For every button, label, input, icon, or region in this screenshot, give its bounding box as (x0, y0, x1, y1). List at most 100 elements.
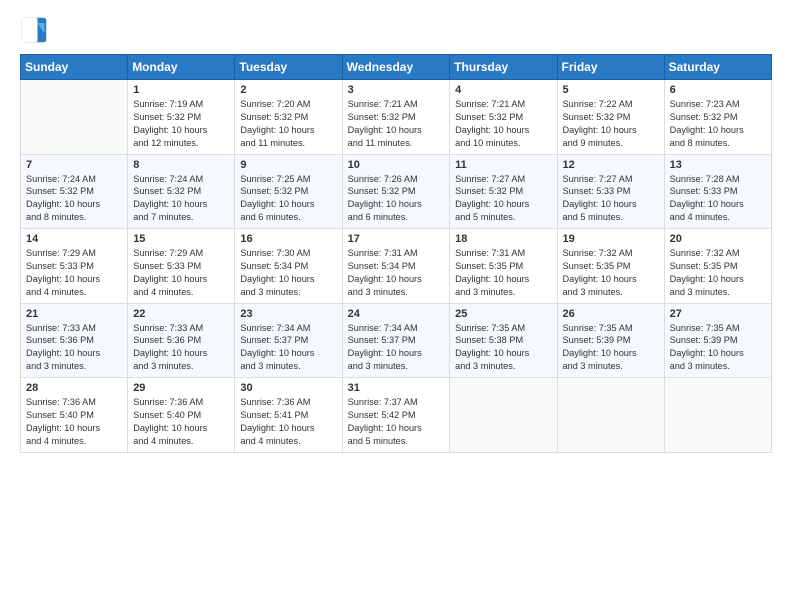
day-number: 16 (240, 233, 336, 245)
day-info: Sunrise: 7:37 AMSunset: 5:42 PMDaylight:… (348, 396, 445, 448)
calendar-cell: 2 Sunrise: 7:20 AMSunset: 5:32 PMDaylight… (235, 80, 342, 155)
day-info: Sunrise: 7:31 AMSunset: 5:35 PMDaylight:… (455, 247, 551, 299)
day-number: 13 (670, 159, 766, 171)
day-info: Sunrise: 7:33 AMSunset: 5:36 PMDaylight:… (133, 322, 229, 374)
calendar-cell (21, 80, 128, 155)
week-row-2: 7 Sunrise: 7:24 AMSunset: 5:32 PMDaylight… (21, 154, 772, 229)
day-info: Sunrise: 7:28 AMSunset: 5:33 PMDaylight:… (670, 173, 766, 225)
weekday-header-sunday: Sunday (21, 55, 128, 80)
day-number: 28 (26, 382, 122, 394)
day-info: Sunrise: 7:35 AMSunset: 5:39 PMDaylight:… (563, 322, 659, 374)
day-info: Sunrise: 7:30 AMSunset: 5:34 PMDaylight:… (240, 247, 336, 299)
weekday-header-thursday: Thursday (450, 55, 557, 80)
calendar-cell: 25Sunrise: 7:35 AMSunset: 5:38 PMDayligh… (450, 303, 557, 378)
day-info: Sunrise: 7:36 AMSunset: 5:40 PMDaylight:… (133, 396, 229, 448)
day-info: Sunrise: 7:29 AMSunset: 5:33 PMDaylight:… (26, 247, 122, 299)
day-number: 21 (26, 308, 122, 320)
day-info: Sunrise: 7:21 AMSunset: 5:32 PMDaylight:… (348, 98, 445, 150)
day-number: 6 (670, 84, 766, 96)
day-info: Sunrise: 7:22 AMSunset: 5:32 PMDaylight:… (563, 98, 659, 150)
weekday-header-tuesday: Tuesday (235, 55, 342, 80)
day-info: Sunrise: 7:36 AMSunset: 5:41 PMDaylight:… (240, 396, 336, 448)
calendar-cell: 19 Sunrise: 7:32 AMSunset: 5:35 PMDayligh… (557, 229, 664, 304)
day-info: Sunrise: 7:25 AMSunset: 5:32 PMDaylight:… (240, 173, 336, 225)
day-info: Sunrise: 7:32 AMSunset: 5:35 PMDaylight:… (563, 247, 659, 299)
day-number: 25 (455, 308, 551, 320)
day-info: Sunrise: 7:27 AMSunset: 5:33 PMDaylight:… (563, 173, 659, 225)
week-row-3: 14Sunrise: 7:29 AMSunset: 5:33 PMDayligh… (21, 229, 772, 304)
day-number: 7 (26, 159, 122, 171)
calendar-cell: 11Sunrise: 7:27 AMSunset: 5:32 PMDayligh… (450, 154, 557, 229)
day-number: 3 (348, 84, 445, 96)
calendar-cell: 15 Sunrise: 7:29 AMSunset: 5:33 PMDayligh… (128, 229, 235, 304)
day-number: 8 (133, 159, 229, 171)
day-number: 27 (670, 308, 766, 320)
day-info: Sunrise: 7:23 AMSunset: 5:32 PMDaylight:… (670, 98, 766, 150)
day-number: 19 (563, 233, 659, 245)
calendar-cell: 20 Sunrise: 7:32 AMSunset: 5:35 PMDayligh… (664, 229, 771, 304)
calendar-cell: 30 Sunrise: 7:36 AMSunset: 5:41 PMDayligh… (235, 378, 342, 453)
calendar-cell: 22 Sunrise: 7:33 AMSunset: 5:36 PMDayligh… (128, 303, 235, 378)
day-number: 20 (670, 233, 766, 245)
calendar-container: SundayMondayTuesdayWednesdayThursdayFrid… (0, 0, 792, 612)
day-number: 5 (563, 84, 659, 96)
day-info: Sunrise: 7:33 AMSunset: 5:36 PMDaylight:… (26, 322, 122, 374)
day-number: 22 (133, 308, 229, 320)
day-info: Sunrise: 7:34 AMSunset: 5:37 PMDaylight:… (240, 322, 336, 374)
calendar-cell: 28Sunrise: 7:36 AMSunset: 5:40 PMDayligh… (21, 378, 128, 453)
calendar-cell: 12 Sunrise: 7:27 AMSunset: 5:33 PMDayligh… (557, 154, 664, 229)
day-info: Sunrise: 7:21 AMSunset: 5:32 PMDaylight:… (455, 98, 551, 150)
day-number: 18 (455, 233, 551, 245)
calendar-cell: 10 Sunrise: 7:26 AMSunset: 5:32 PMDayligh… (342, 154, 450, 229)
weekday-header-friday: Friday (557, 55, 664, 80)
day-number: 1 (133, 84, 229, 96)
calendar-cell: 6 Sunrise: 7:23 AMSunset: 5:32 PMDaylight… (664, 80, 771, 155)
logo (20, 16, 52, 44)
weekday-header-saturday: Saturday (664, 55, 771, 80)
calendar-cell: 16 Sunrise: 7:30 AMSunset: 5:34 PMDayligh… (235, 229, 342, 304)
day-info: Sunrise: 7:32 AMSunset: 5:35 PMDaylight:… (670, 247, 766, 299)
day-number: 9 (240, 159, 336, 171)
calendar-cell: 24Sunrise: 7:34 AMSunset: 5:37 PMDayligh… (342, 303, 450, 378)
day-number: 10 (348, 159, 445, 171)
calendar-cell: 18 Sunrise: 7:31 AMSunset: 5:35 PMDayligh… (450, 229, 557, 304)
day-info: Sunrise: 7:29 AMSunset: 5:33 PMDaylight:… (133, 247, 229, 299)
day-number: 12 (563, 159, 659, 171)
calendar-cell (557, 378, 664, 453)
weekday-header-monday: Monday (128, 55, 235, 80)
day-info: Sunrise: 7:31 AMSunset: 5:34 PMDaylight:… (348, 247, 445, 299)
day-number: 24 (348, 308, 445, 320)
day-number: 2 (240, 84, 336, 96)
logo-icon (20, 16, 48, 44)
calendar-cell (450, 378, 557, 453)
calendar-cell: 7 Sunrise: 7:24 AMSunset: 5:32 PMDaylight… (21, 154, 128, 229)
week-row-4: 21 Sunrise: 7:33 AMSunset: 5:36 PMDayligh… (21, 303, 772, 378)
calendar-cell: 13 Sunrise: 7:28 AMSunset: 5:33 PMDayligh… (664, 154, 771, 229)
header (20, 16, 772, 44)
week-row-1: 1Sunrise: 7:19 AMSunset: 5:32 PMDaylight… (21, 80, 772, 155)
weekday-header-wednesday: Wednesday (342, 55, 450, 80)
day-info: Sunrise: 7:20 AMSunset: 5:32 PMDaylight:… (240, 98, 336, 150)
day-number: 15 (133, 233, 229, 245)
day-number: 4 (455, 84, 551, 96)
calendar-cell: 4 Sunrise: 7:21 AMSunset: 5:32 PMDaylight… (450, 80, 557, 155)
calendar-cell: 14Sunrise: 7:29 AMSunset: 5:33 PMDayligh… (21, 229, 128, 304)
calendar-cell: 31 Sunrise: 7:37 AMSunset: 5:42 PMDayligh… (342, 378, 450, 453)
day-info: Sunrise: 7:24 AMSunset: 5:32 PMDaylight:… (133, 173, 229, 225)
day-info: Sunrise: 7:24 AMSunset: 5:32 PMDaylight:… (26, 173, 122, 225)
week-row-5: 28 Sunrise: 7:36 AMSunset: 5:40 PMDayligh… (21, 378, 772, 453)
calendar-cell: 1Sunrise: 7:19 AMSunset: 5:32 PMDaylight… (128, 80, 235, 155)
day-info: Sunrise: 7:27 AMSunset: 5:32 PMDaylight:… (455, 173, 551, 225)
day-info: Sunrise: 7:26 AMSunset: 5:32 PMDaylight:… (348, 173, 445, 225)
calendar-cell: 27Sunrise: 7:35 AMSunset: 5:39 PMDayligh… (664, 303, 771, 378)
calendar-cell: 3 Sunrise: 7:21 AMSunset: 5:32 PMDaylight… (342, 80, 450, 155)
weekday-header-row: SundayMondayTuesdayWednesdayThursdayFrid… (21, 55, 772, 80)
day-number: 31 (348, 382, 445, 394)
calendar-table: SundayMondayTuesdayWednesdayThursdayFrid… (20, 54, 772, 453)
day-number: 17 (348, 233, 445, 245)
day-number: 30 (240, 382, 336, 394)
calendar-cell: 5 Sunrise: 7:22 AMSunset: 5:32 PMDaylight… (557, 80, 664, 155)
calendar-cell: 8 Sunrise: 7:24 AMSunset: 5:32 PMDaylight… (128, 154, 235, 229)
calendar-cell: 26Sunrise: 7:35 AMSunset: 5:39 PMDayligh… (557, 303, 664, 378)
calendar-cell: 23Sunrise: 7:34 AMSunset: 5:37 PMDayligh… (235, 303, 342, 378)
